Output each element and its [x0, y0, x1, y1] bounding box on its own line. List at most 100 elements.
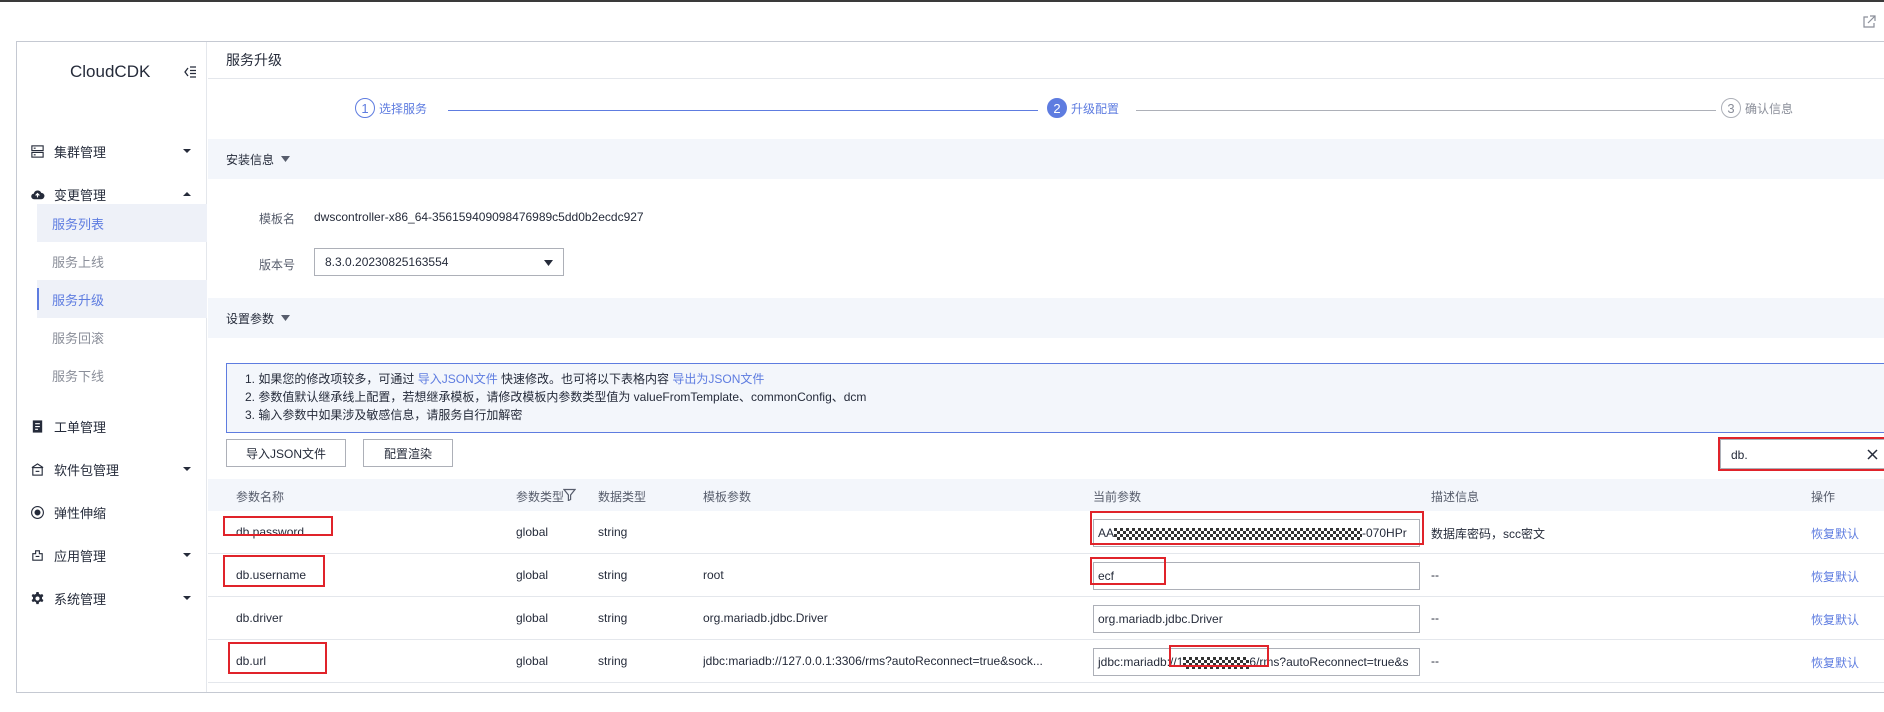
section-title: 安装信息 [226, 152, 275, 167]
sidebar-item-service-list[interactable]: 服务列表 [37, 204, 207, 242]
chevron-down-icon [183, 596, 191, 600]
notice-text: 1. 如果您的修改项较多，可通过 [245, 372, 418, 386]
param-type: global [516, 611, 549, 625]
external-link-icon[interactable] [1861, 14, 1877, 30]
nav-item-app[interactable]: 应用管理 [17, 535, 207, 575]
step-2[interactable]: 2 升级配置 [1047, 98, 1119, 118]
current-param-input[interactable]: jdbc:mariadb://1 6/rms?autoReconnect=true… [1093, 648, 1420, 676]
restore-default-link[interactable]: 恢复默认 [1811, 525, 1859, 542]
version-select[interactable]: 8.3.0.20230825163554 [314, 248, 564, 276]
column-header: 操作 [1811, 490, 1836, 504]
nav-item-package[interactable]: 软件包管理 [17, 449, 207, 489]
restore-default-link[interactable]: 恢复默认 [1811, 568, 1859, 585]
caret-down-icon[interactable] [281, 315, 291, 321]
step-3[interactable]: 3 确认信息 [1721, 98, 1793, 118]
current-param-input[interactable]: org.mariadb.jdbc.Driver [1093, 605, 1420, 633]
step-1[interactable]: 1 选择服务 [355, 98, 427, 118]
search-input[interactable]: db. [1720, 439, 1884, 469]
table-row: db.driver global string org.mariadb.jdbc… [208, 597, 1884, 640]
section-title: 设置参数 [226, 311, 275, 326]
input-text: jdbc:mariadb://1 [1098, 655, 1184, 669]
nav-item-cluster[interactable]: 集群管理 [17, 131, 207, 171]
page-title: 服务升级 [226, 52, 282, 68]
params-header[interactable]: 设置参数 [208, 298, 1884, 338]
sub-item-label: 服务回滚 [52, 330, 105, 346]
chevron-down-icon [183, 149, 191, 153]
config-render-button[interactable]: 配置渲染 [363, 439, 453, 467]
nav-item-scaling[interactable]: 弹性伸缩 [17, 492, 207, 532]
sub-item-label: 服务上线 [52, 254, 105, 270]
description: -- [1431, 611, 1439, 625]
chevron-down-icon [183, 467, 191, 471]
data-type: string [598, 611, 628, 625]
step-number: 2 [1047, 98, 1067, 118]
param-type: global [516, 568, 549, 582]
template-param: jdbc:mariadb://127.0.0.1:3306/rms?autoRe… [703, 654, 1043, 668]
param-name: db.url [236, 654, 267, 668]
nav-label: 软件包管理 [54, 462, 120, 478]
nav-label: 应用管理 [54, 548, 107, 564]
template-name-label: 模板名 [259, 212, 296, 226]
nav-label: 集群管理 [54, 144, 107, 160]
import-json-link[interactable]: 导入JSON文件 [418, 372, 498, 386]
current-param-input[interactable]: ecf [1093, 562, 1420, 590]
param-name: db.password [236, 525, 305, 539]
nav-label: 工单管理 [54, 419, 107, 435]
clear-icon[interactable] [1866, 448, 1879, 461]
notice-line-1: 1. 如果您的修改项较多，可通过 导入JSON文件 快速修改。也可将以下表格内容… [245, 370, 1884, 388]
sidebar-item-service-upgrade[interactable]: 服务升级 [37, 280, 207, 318]
notice-line-2: 2. 参数值默认继承线上配置，若想继承模板，请修改模板内参数类型值为 value… [245, 390, 867, 404]
collapse-sidebar-icon[interactable] [182, 64, 198, 80]
sidebar-item-service-online[interactable]: 服务上线 [37, 242, 207, 280]
caret-down-icon[interactable] [281, 156, 291, 162]
brand-name: CloudCDK [70, 62, 151, 81]
nav-label: 变更管理 [54, 187, 107, 203]
server-icon [31, 145, 44, 158]
param-type: global [516, 654, 549, 668]
version-label: 版本号 [259, 258, 296, 272]
scaling-icon [31, 506, 44, 519]
table-header: 参数名称 参数类型 数据类型 模板参数 当前参数 描述信息 操作 [208, 479, 1884, 511]
notice-box: 1. 如果您的修改项较多，可通过 导入JSON文件 快速修改。也可将以下表格内容… [226, 363, 1884, 433]
divider [208, 78, 1884, 79]
chevron-up-icon [183, 192, 191, 196]
sidebar-item-service-rollback[interactable]: 服务回滚 [37, 318, 207, 356]
column-header: 当前参数 [1093, 490, 1142, 504]
input-text: 6/rms?autoReconnect=true&s [1249, 655, 1409, 669]
restore-default-link[interactable]: 恢复默认 [1811, 654, 1859, 671]
nav-item-ticket[interactable]: 工单管理 [17, 406, 207, 446]
table-row: db.password global string AA -070HPr 数据库密… [208, 511, 1884, 554]
app-icon [32, 550, 43, 561]
step-number: 1 [355, 98, 375, 118]
step-connector [448, 110, 1038, 111]
filter-icon[interactable] [563, 488, 576, 501]
data-type: string [598, 654, 628, 668]
install-info-header[interactable]: 安装信息 [208, 139, 1884, 179]
import-json-button[interactable]: 导入JSON文件 [226, 439, 346, 467]
top-border [0, 0, 1884, 2]
nav-item-system[interactable]: 系统管理 [17, 578, 207, 618]
column-header: 模板参数 [703, 490, 752, 504]
current-param-input[interactable]: AA -070HPr [1093, 519, 1420, 547]
cloud-icon [31, 190, 45, 200]
step-label: 选择服务 [379, 101, 428, 116]
column-header: 参数名称 [236, 490, 285, 504]
description: -- [1431, 568, 1439, 582]
sidebar-item-service-offline[interactable]: 服务下线 [37, 356, 207, 394]
gear-icon [31, 591, 44, 605]
param-name: db.driver [236, 611, 283, 625]
caret-down-icon [544, 260, 553, 266]
version-select-value: 8.3.0.20230825163554 [325, 255, 449, 269]
param-type: global [516, 525, 549, 539]
sub-item-label: 服务升级 [52, 292, 105, 308]
restore-default-link[interactable]: 恢复默认 [1811, 611, 1859, 628]
column-header: 参数类型 [516, 490, 565, 504]
table-row: db.url global string jdbc:mariadb://127.… [208, 640, 1884, 683]
description: -- [1431, 654, 1439, 668]
redacted-mask [1183, 656, 1250, 669]
redacted-mask [1114, 527, 1363, 540]
sidebar: CloudCDK 集群管理 变更管理 服务列表 服务上线 服务升级 服务回滚 服… [17, 42, 207, 692]
export-json-link[interactable]: 导出为JSON文件 [672, 372, 764, 386]
column-header: 描述信息 [1431, 490, 1480, 504]
search-input-value: db. [1731, 448, 1748, 462]
